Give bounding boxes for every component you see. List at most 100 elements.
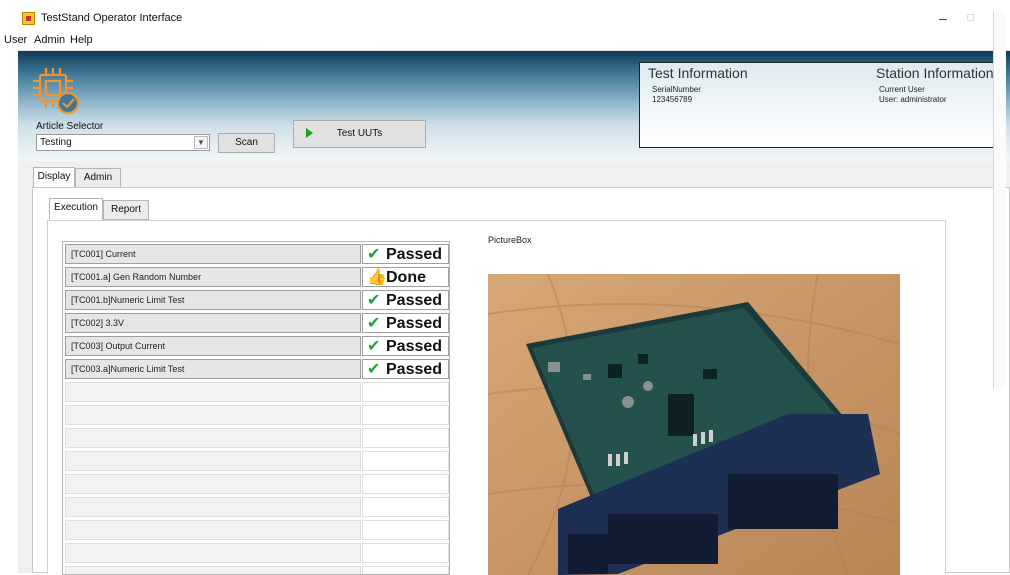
table-row-empty[interactable]	[65, 428, 449, 448]
table-row[interactable]: [TC003.a]Numeric Limit Test ✔ Passed	[65, 359, 449, 379]
check-icon: ✔	[367, 338, 381, 355]
picturebox-label: PictureBox	[488, 235, 532, 245]
step-status: Passed	[386, 361, 443, 378]
article-select[interactable]: Testing ▼	[36, 134, 210, 151]
menu-bar: User Admin Help	[4, 31, 1010, 51]
display-panel: Execution Report [TC001] Current ✔ Passed[…	[32, 187, 1010, 575]
test-uuts-label: Test UUTs	[336, 128, 383, 139]
check-icon: ✔	[367, 361, 381, 378]
serial-number-value: 123456789	[652, 95, 693, 104]
execution-panel: [TC001] Current ✔ Passed [TC001.a] Gen Rand…	[47, 220, 946, 575]
uut-photo	[488, 274, 900, 575]
info-panel: Test Information SerialNumber 123456789 …	[639, 62, 1006, 148]
step-status: Passed	[386, 315, 443, 332]
table-row-empty[interactable]	[65, 405, 449, 425]
step-status: Done	[386, 269, 426, 286]
empty-cell	[362, 405, 449, 425]
empty-cell	[362, 451, 449, 471]
tab-display[interactable]: Display	[33, 167, 75, 188]
table-row-empty[interactable]	[65, 497, 449, 517]
step-name-cell: [TC001.b]Numeric Limit Test	[65, 290, 361, 310]
step-status-cell: ✔ Passed	[362, 359, 449, 379]
empty-cell	[362, 474, 449, 494]
step-name: [TC003.a]Numeric Limit Test	[71, 364, 185, 374]
chevron-down-icon[interactable]: ▼	[194, 136, 208, 149]
empty-cell	[362, 543, 449, 563]
header-banner: Article Selector Testing ▼ Scan Test UUT…	[18, 51, 1010, 161]
step-name-cell: [TC001] Current	[65, 244, 361, 264]
test-information-title: Test Information	[648, 65, 748, 81]
table-row[interactable]: [TC002] 3.3V ✔ Passed	[65, 313, 449, 333]
check-icon: ✔	[367, 292, 381, 309]
empty-cell	[65, 497, 361, 517]
empty-cell	[65, 474, 361, 494]
maximize-button[interactable]: □	[959, 9, 983, 27]
table-row-empty[interactable]	[65, 520, 449, 540]
app-window: TestStand Operator Interface – □ X User …	[4, 7, 1010, 575]
step-name-cell: [TC003] Output Current	[65, 336, 361, 356]
step-name-cell: [TC001.a] Gen Random Number	[65, 267, 361, 287]
scan-button[interactable]: Scan	[218, 133, 275, 153]
step-status: Passed	[386, 338, 443, 355]
empty-cell	[362, 566, 449, 574]
table-row-empty[interactable]	[65, 382, 449, 402]
empty-cell	[65, 543, 361, 563]
step-name-cell: [TC002] 3.3V	[65, 313, 361, 333]
table-row[interactable]: [TC003] Output Current ✔ Passed	[65, 336, 449, 356]
tab-execution[interactable]: Execution	[49, 198, 103, 220]
station-information-title: Station Information	[876, 65, 994, 81]
title-bar: TestStand Operator Interface – □ X	[18, 7, 1010, 31]
menu-admin[interactable]: Admin	[34, 34, 65, 46]
empty-cell	[65, 520, 361, 540]
tab-admin[interactable]: Admin	[75, 168, 121, 188]
table-row-empty[interactable]	[65, 474, 449, 494]
article-select-value: Testing	[40, 137, 72, 148]
empty-cell	[362, 428, 449, 448]
step-status: Passed	[386, 292, 443, 309]
results-grid[interactable]: [TC001] Current ✔ Passed [TC001.a] Gen Rand…	[62, 241, 450, 575]
step-name-cell: [TC003.a]Numeric Limit Test	[65, 359, 361, 379]
chip-check-logo-icon	[33, 68, 80, 115]
check-icon: ✔	[367, 246, 381, 263]
step-status-cell: ✔ Passed	[362, 244, 449, 264]
step-name: [TC002] 3.3V	[71, 318, 125, 328]
table-row[interactable]: [TC001] Current ✔ Passed	[65, 244, 449, 264]
test-uuts-button[interactable]: Test UUTs	[293, 120, 426, 148]
table-row-empty[interactable]	[65, 566, 449, 574]
check-icon: ✔	[367, 315, 381, 332]
table-row-empty[interactable]	[65, 451, 449, 471]
empty-cell	[65, 566, 361, 574]
minimize-button[interactable]: –	[931, 9, 955, 27]
empty-cell	[65, 428, 361, 448]
menu-help[interactable]: Help	[70, 34, 93, 46]
current-user-label: Current User	[879, 85, 925, 94]
current-user-value: User: administrator	[879, 95, 947, 104]
article-selector-label: Article Selector	[36, 121, 104, 132]
step-status-cell: 👍 Done	[362, 267, 449, 287]
step-name: [TC003] Output Current	[71, 341, 166, 351]
step-status: Passed	[386, 246, 443, 263]
main-scrollbar[interactable]	[993, 11, 1006, 389]
empty-cell	[65, 382, 361, 402]
scan-button-label: Scan	[235, 137, 258, 148]
step-status-cell: ✔ Passed	[362, 290, 449, 310]
window-title: TestStand Operator Interface	[41, 12, 183, 24]
thumbs-up-icon: 👍	[367, 269, 387, 286]
menu-user[interactable]: User	[4, 34, 27, 46]
step-name: [TC001.a] Gen Random Number	[71, 272, 202, 282]
empty-cell	[362, 520, 449, 540]
step-name: [TC001] Current	[71, 249, 136, 259]
table-row[interactable]: [TC001.a] Gen Random Number 👍 Done	[65, 267, 449, 287]
empty-cell	[362, 497, 449, 517]
empty-cell	[65, 451, 361, 471]
app-icon	[22, 12, 35, 25]
step-name: [TC001.b]Numeric Limit Test	[71, 295, 185, 305]
play-icon	[306, 128, 313, 138]
empty-cell	[362, 382, 449, 402]
step-status-cell: ✔ Passed	[362, 336, 449, 356]
table-row-empty[interactable]	[65, 543, 449, 563]
table-row[interactable]: [TC001.b]Numeric Limit Test ✔ Passed	[65, 290, 449, 310]
empty-cell	[65, 405, 361, 425]
tab-report[interactable]: Report	[103, 200, 149, 220]
step-status-cell: ✔ Passed	[362, 313, 449, 333]
